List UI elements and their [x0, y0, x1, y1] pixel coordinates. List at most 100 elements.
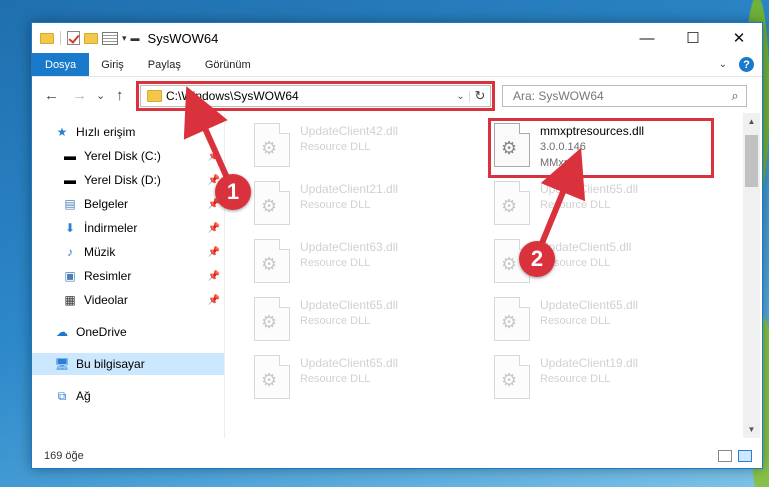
scroll-down-icon[interactable]: ▼	[743, 421, 760, 438]
file-type: Resource DLL	[300, 141, 371, 153]
pin-icon[interactable]: 📌	[208, 223, 220, 234]
pin-icon[interactable]: 📌	[208, 151, 220, 162]
tab-file[interactable]: Dosya	[32, 53, 90, 76]
file-item[interactable]: UpdateClient42.dll Resource DLL	[242, 117, 472, 175]
sidebar-item-videos[interactable]: ▦ Videolar 📌	[32, 289, 224, 311]
scrollbar-thumb[interactable]	[745, 135, 758, 187]
dll-file-icon	[254, 297, 290, 341]
file-type: MMxpt	[540, 157, 573, 169]
recent-locations-icon[interactable]: ⌄	[96, 89, 105, 102]
details-view-icon[interactable]	[718, 450, 732, 462]
dll-file-icon	[254, 123, 290, 167]
sidebar-item-quick-access[interactable]: ★ Hızlı erişim	[32, 121, 224, 143]
file-item[interactable]: UpdateClient63.dll Resource DLL	[242, 233, 472, 291]
sidebar-item-label: Belgeler	[84, 197, 129, 211]
sidebar-item-label: Videolar	[84, 293, 128, 307]
refresh-icon[interactable]: ↻	[470, 88, 490, 104]
sidebar-item-onedrive[interactable]: ☁ OneDrive	[32, 321, 224, 343]
vertical-scrollbar[interactable]: ▲ ▼	[743, 113, 760, 438]
large-icons-view-icon[interactable]	[738, 450, 752, 462]
navigation-pane: ★ Hızlı erişim ▬ Yerel Disk (C:) 📌 ▬ Yer…	[32, 113, 224, 438]
file-item[interactable]: UpdateClient65.dll Resource DLL	[482, 175, 712, 233]
file-type: Resource DLL	[540, 315, 611, 327]
dll-file-icon	[494, 297, 530, 341]
sidebar-item-documents[interactable]: ▤ Belgeler 📌	[32, 193, 224, 215]
properties-check-icon[interactable]	[67, 31, 80, 45]
tab-view[interactable]: Görünüm	[193, 53, 263, 76]
file-type: Resource DLL	[540, 199, 611, 211]
network-icon: ⧉	[57, 388, 67, 403]
documents-icon: ▤	[64, 197, 76, 211]
pin-icon[interactable]: 📌	[208, 295, 220, 306]
window-controls: — ☐ ✕	[624, 23, 762, 53]
file-item[interactable]: UpdateClient65.dll Resource DLL	[242, 291, 472, 349]
new-folder-icon[interactable]	[84, 32, 98, 44]
pane-divider	[224, 113, 225, 438]
search-icon[interactable]: ⌕	[724, 88, 746, 104]
maximize-button[interactable]: ☐	[670, 23, 716, 53]
sidebar-item-local-disk-d[interactable]: ▬ Yerel Disk (D:) 📌	[32, 169, 224, 191]
pin-icon[interactable]: 📌	[208, 271, 220, 282]
status-bar: 169 öğe	[32, 443, 762, 469]
close-button[interactable]: ✕	[716, 23, 762, 53]
title-bar: ▾ ▬ SysWOW64 — ☐ ✕	[32, 23, 762, 53]
dll-file-icon	[254, 239, 290, 283]
properties-icon[interactable]	[102, 31, 118, 45]
file-name: UpdateClient65.dll	[300, 298, 399, 312]
file-item[interactable]: UpdateClient19.dll Resource DLL	[482, 349, 712, 407]
sidebar-item-this-pc[interactable]: 🖥 Bu bilgisayar	[32, 353, 224, 375]
file-item-highlighted[interactable]: mmxptresources.dll 3.0.0.146 MMxpt	[482, 117, 712, 175]
sidebar-item-label: Hızlı erişim	[76, 125, 136, 139]
file-name: mmxptresources.dll	[540, 124, 645, 138]
ribbon-right-controls: ⌄ ?	[719, 57, 754, 72]
address-bar[interactable]: C:\Windows\SysWOW64 ⌄ ↻	[140, 85, 491, 107]
file-item[interactable]: UpdateClient5.dllResource DLL	[482, 233, 712, 291]
tab-home[interactable]: Giriş	[89, 53, 136, 76]
sidebar-item-network[interactable]: ⧉ Ağ	[32, 385, 224, 407]
download-icon: ⬇	[64, 221, 76, 235]
sidebar-item-label: Yerel Disk (C:)	[84, 149, 161, 163]
file-name: UpdateClient19.dll	[540, 356, 639, 370]
file-item[interactable]: UpdateClient65.dll Resource DLL	[242, 349, 472, 407]
pin-icon[interactable]: 📌	[208, 247, 220, 258]
cloud-icon: ☁	[56, 325, 68, 339]
scroll-up-icon[interactable]: ▲	[743, 113, 760, 130]
file-name: UpdateClient65.dll	[300, 356, 399, 370]
callout-step-2: 2	[519, 241, 555, 277]
help-icon[interactable]: ?	[739, 57, 754, 72]
folder-icon	[147, 90, 162, 102]
sidebar-item-label: Müzik	[84, 245, 116, 259]
sidebar-item-local-disk-c[interactable]: ▬ Yerel Disk (C:) 📌	[32, 145, 224, 167]
forward-arrow-icon[interactable]: →	[72, 87, 87, 104]
sidebar-item-label: Ağ	[76, 389, 91, 403]
customize-toolbar-icon[interactable]: ▬	[131, 33, 140, 43]
drive-icon: ▬	[64, 173, 76, 187]
tab-share[interactable]: Paylaş	[136, 53, 193, 76]
file-type: Resource DLL	[300, 373, 371, 385]
search-input[interactable]: Ara: SysWOW64 ⌕	[502, 85, 747, 107]
callout-step-1: 1	[215, 174, 251, 210]
file-name: UpdateClient65.dll	[540, 298, 639, 312]
quick-access-toolbar: ▾ ▬	[32, 31, 140, 45]
chevron-down-icon[interactable]: ▾	[122, 33, 127, 44]
sidebar-item-music[interactable]: ♪ Müzik 📌	[32, 241, 224, 263]
sidebar-item-label: Yerel Disk (D:)	[84, 173, 161, 187]
expand-ribbon-icon[interactable]: ⌄	[719, 59, 727, 70]
file-explorer-window: ▾ ▬ SysWOW64 — ☐ ✕ Dosya Giriş Paylaş Gö…	[31, 22, 763, 469]
file-item[interactable]: UpdateClient21.dll Resource DLL	[242, 175, 472, 233]
chevron-down-icon[interactable]: ⌄	[452, 90, 470, 102]
sidebar-item-label: Resimler	[84, 269, 132, 283]
back-arrow-icon[interactable]: ←	[44, 87, 59, 104]
minimize-button[interactable]: —	[624, 23, 670, 53]
sidebar-item-downloads[interactable]: ⬇ İndirmeler 📌	[32, 217, 224, 239]
address-path[interactable]: C:\Windows\SysWOW64	[166, 89, 452, 103]
folder-icon[interactable]	[40, 32, 54, 44]
computer-icon: 🖥	[54, 357, 70, 371]
drive-icon: ▬	[64, 149, 76, 163]
file-item[interactable]: UpdateClient65.dll Resource DLL	[482, 291, 712, 349]
up-arrow-icon[interactable]: ↑	[116, 87, 124, 104]
dll-file-icon	[494, 355, 530, 399]
search-placeholder: Ara: SysWOW64	[513, 89, 604, 103]
file-version: 3.0.0.146	[540, 141, 586, 153]
sidebar-item-pictures[interactable]: ▣ Resimler 📌	[32, 265, 224, 287]
